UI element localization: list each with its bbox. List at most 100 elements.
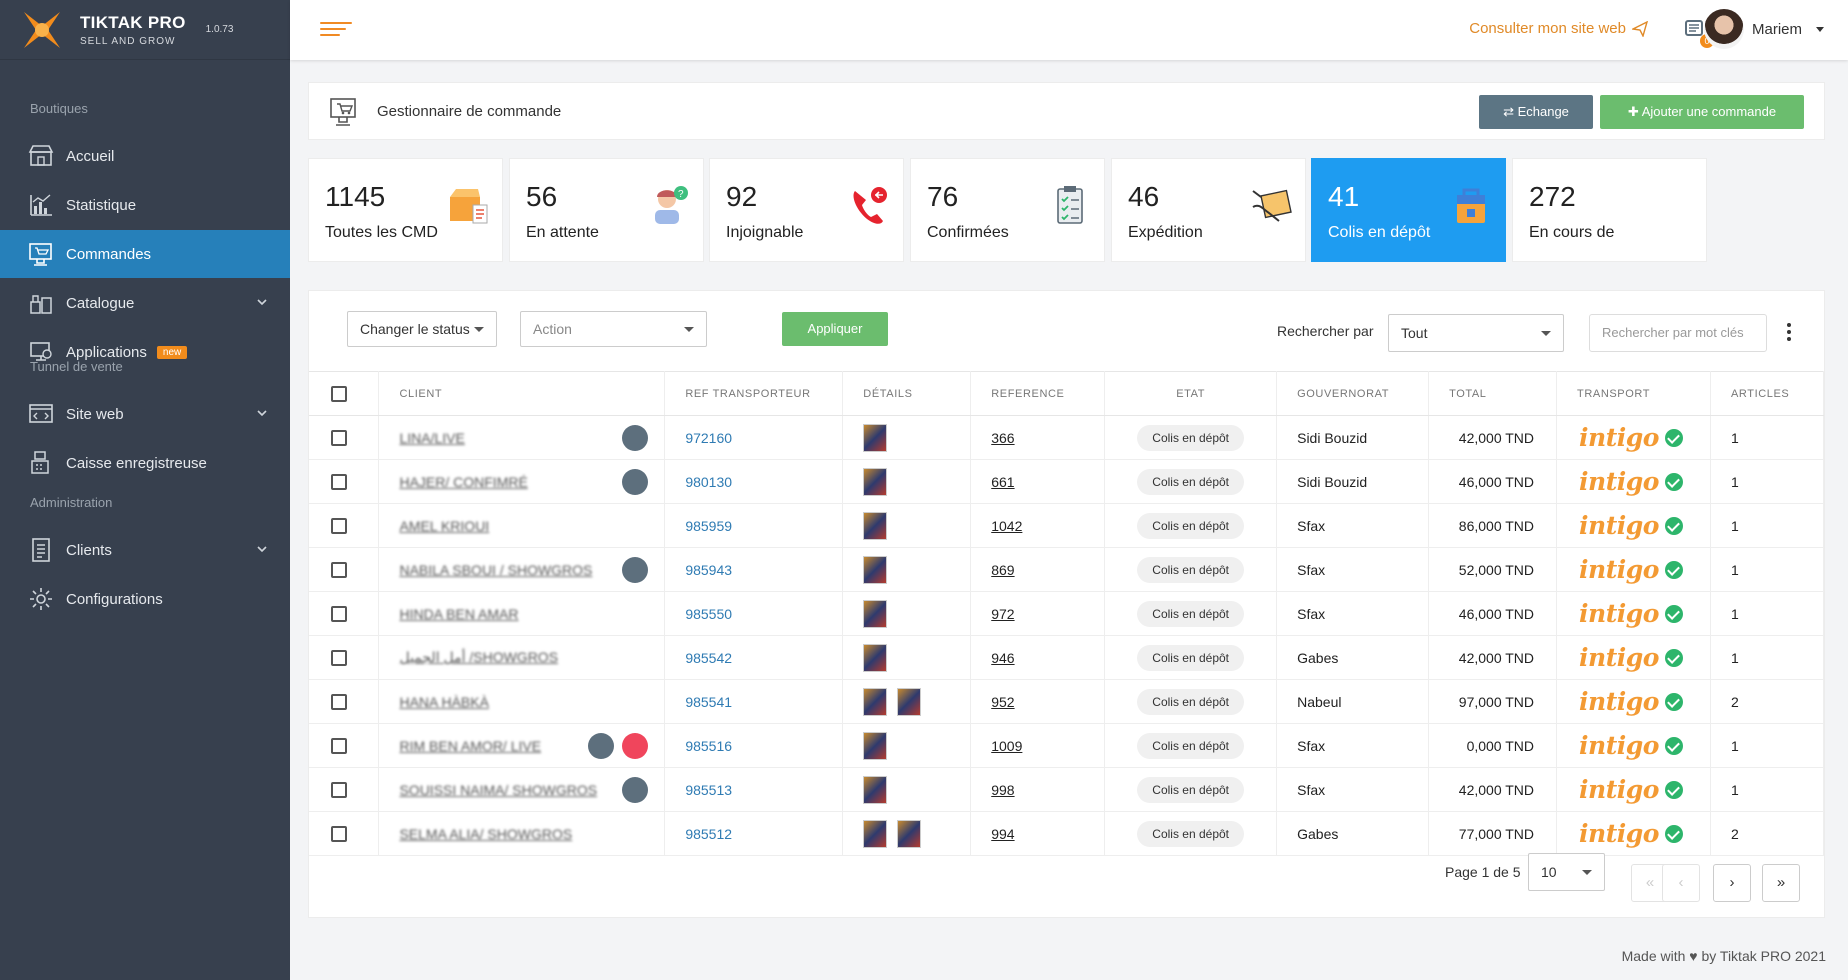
table-row[interactable]: SOUISSI NAIMA/ SHOWGROS 985513 998 Colis… — [309, 767, 1825, 812]
row-checkbox[interactable] — [331, 650, 347, 667]
row-checkbox[interactable] — [331, 606, 347, 623]
visit-site-link[interactable]: Consulter mon site web — [1469, 20, 1648, 37]
sidebar-item-statistique[interactable]: Statistique — [0, 181, 290, 229]
carrier-ref[interactable]: 985513 — [685, 782, 732, 798]
sidebar-item-site-web[interactable]: Site web — [0, 390, 290, 438]
sidebar-item-catalogue[interactable]: Catalogue — [0, 279, 290, 327]
col-total[interactable]: Total — [1428, 371, 1558, 416]
carrier-ref[interactable]: 985542 — [685, 650, 732, 666]
order-reference-link[interactable]: 1042 — [991, 518, 1022, 534]
carrier-ref[interactable]: 980130 — [685, 474, 732, 490]
sidebar-item-accueil[interactable]: Accueil — [0, 132, 290, 180]
search-input[interactable]: Rechercher par mot clés — [1589, 314, 1767, 352]
table-row[interactable]: HINDA BEN AMAR 985550 972 Colis en dépôt… — [309, 591, 1825, 636]
table-row[interactable]: RIM BEN AMOR/ LIVE 985516 1009 Colis en … — [309, 723, 1825, 768]
table-row[interactable]: SELMA ALIA/ SHOWGROS 985512 994 Colis en… — [309, 811, 1825, 856]
row-checkbox[interactable] — [331, 738, 347, 755]
carrier-ref[interactable]: 985512 — [685, 826, 732, 842]
table-row[interactable]: HAJER/ CONFIMRÉ 980130 661 Colis en dépô… — [309, 459, 1825, 504]
comment-icon[interactable] — [588, 733, 615, 759]
product-thumbnail[interactable] — [863, 467, 888, 496]
order-reference-link[interactable]: 998 — [991, 782, 1014, 798]
sidebar-item-clients[interactable]: Clients — [0, 526, 290, 574]
product-thumbnail[interactable] — [863, 731, 888, 760]
client-name-link[interactable]: أمل الجميل /SHOWGROS — [399, 649, 558, 665]
comment-icon[interactable] — [622, 469, 649, 495]
table-row[interactable]: NABILA SBOUI / SHOWGROS 985943 869 Colis… — [309, 547, 1825, 592]
stat-card-toutes-les-cmd[interactable]: 1145 Toutes les CMD — [308, 158, 503, 262]
product-thumbnail[interactable] — [897, 687, 922, 716]
order-reference-link[interactable]: 1009 — [991, 738, 1022, 754]
row-checkbox[interactable] — [331, 518, 347, 535]
per-page-select[interactable]: 10 — [1528, 853, 1605, 891]
client-name-link[interactable]: RIM BEN AMOR/ LIVE — [399, 738, 541, 754]
col-ref-transporteur[interactable]: Ref transporteur — [664, 371, 844, 416]
last-page-button[interactable]: » — [1762, 864, 1800, 902]
carrier-ref[interactable]: 985516 — [685, 738, 732, 754]
stat-card-expédition[interactable]: 46 Expédition — [1111, 158, 1306, 262]
table-row[interactable]: أمل الجميل /SHOWGROS 985542 946 Colis en… — [309, 635, 1825, 680]
next-page-button[interactable]: › — [1713, 864, 1751, 902]
product-thumbnail[interactable] — [863, 819, 888, 848]
carrier-ref[interactable]: 985943 — [685, 562, 732, 578]
table-row[interactable]: AMEL KRIOUI 985959 1042 Colis en dépôt S… — [309, 503, 1825, 548]
product-thumbnail[interactable] — [863, 599, 888, 628]
sidebar-item-commandes[interactable]: Commandes — [0, 230, 290, 278]
row-checkbox[interactable] — [331, 694, 347, 711]
add-order-button[interactable]: ✚ Ajouter une commande — [1600, 95, 1804, 129]
row-checkbox[interactable] — [331, 826, 347, 843]
row-checkbox[interactable] — [331, 430, 347, 447]
order-reference-link[interactable]: 994 — [991, 826, 1014, 842]
status-select[interactable]: Changer le status — [347, 311, 497, 347]
action-select[interactable]: Action — [520, 311, 707, 347]
order-reference-link[interactable]: 946 — [991, 650, 1014, 666]
comment-icon[interactable] — [622, 425, 649, 451]
carrier-ref[interactable]: 985541 — [685, 694, 732, 710]
product-thumbnail[interactable] — [863, 775, 888, 804]
client-name-link[interactable]: NABILA SBOUI / SHOWGROS — [399, 562, 592, 578]
table-row[interactable]: LINA/LIVE 972160 366 Colis en dépôt Sidi… — [309, 415, 1825, 460]
order-reference-link[interactable]: 661 — [991, 474, 1014, 490]
carrier-ref[interactable]: 972160 — [685, 430, 732, 446]
menu-toggle-icon[interactable] — [320, 22, 352, 40]
product-thumbnail[interactable] — [863, 423, 888, 452]
col-gouvernorat[interactable]: Gouvernorat — [1276, 371, 1430, 416]
user-menu[interactable]: Mariem — [1703, 9, 1824, 49]
client-name-link[interactable]: AMEL KRIOUI — [399, 518, 489, 534]
stat-card-colis-en-dépôt[interactable]: 41 Colis en dépôt — [1311, 158, 1506, 262]
carrier-ref[interactable]: 985959 — [685, 518, 732, 534]
client-name-link[interactable]: HANA HÀBKÀ — [399, 694, 488, 710]
stat-card-confirmées[interactable]: 76 Confirmées — [910, 158, 1105, 262]
apply-button[interactable]: Appliquer — [782, 312, 888, 346]
product-thumbnail[interactable] — [863, 511, 888, 540]
sidebar-item-caisse-enregistreuse[interactable]: Caisse enregistreuse — [0, 439, 290, 487]
row-checkbox[interactable] — [331, 782, 347, 799]
carrier-ref[interactable]: 985550 — [685, 606, 732, 622]
order-reference-link[interactable]: 869 — [991, 562, 1014, 578]
product-thumbnail[interactable] — [863, 687, 888, 716]
row-checkbox[interactable] — [331, 562, 347, 579]
row-checkbox[interactable] — [331, 474, 347, 491]
select-all-checkbox[interactable] — [331, 385, 347, 402]
client-name-link[interactable]: HINDA BEN AMAR — [399, 606, 518, 622]
exchange-button[interactable]: ⇄ Echange — [1479, 95, 1593, 129]
client-name-link[interactable]: SOUISSI NAIMA/ SHOWGROS — [399, 782, 597, 798]
exchange-icon[interactable] — [622, 733, 649, 759]
col-client[interactable]: Client — [378, 371, 666, 416]
comment-icon[interactable] — [622, 777, 649, 803]
more-options-icon[interactable] — [1787, 323, 1791, 341]
sidebar-item-configurations[interactable]: Configurations — [0, 575, 290, 623]
product-thumbnail[interactable] — [863, 643, 888, 672]
search-by-select[interactable]: Tout — [1388, 314, 1564, 352]
col-reference[interactable]: Reference — [970, 371, 1106, 416]
product-thumbnail[interactable] — [897, 819, 922, 848]
table-row[interactable]: HANA HÀBKÀ 985541 952 Colis en dépôt Nab… — [309, 679, 1825, 724]
order-reference-link[interactable]: 952 — [991, 694, 1014, 710]
client-name-link[interactable]: HAJER/ CONFIMRÉ — [399, 474, 527, 490]
order-reference-link[interactable]: 366 — [991, 430, 1014, 446]
stat-card-en-cours-de[interactable]: 272 En cours de — [1512, 158, 1707, 262]
comment-icon[interactable] — [622, 557, 649, 583]
client-name-link[interactable]: SELMA ALIA/ SHOWGROS — [399, 826, 572, 842]
prev-page-button[interactable]: ‹ — [1662, 864, 1700, 902]
client-name-link[interactable]: LINA/LIVE — [399, 430, 464, 446]
